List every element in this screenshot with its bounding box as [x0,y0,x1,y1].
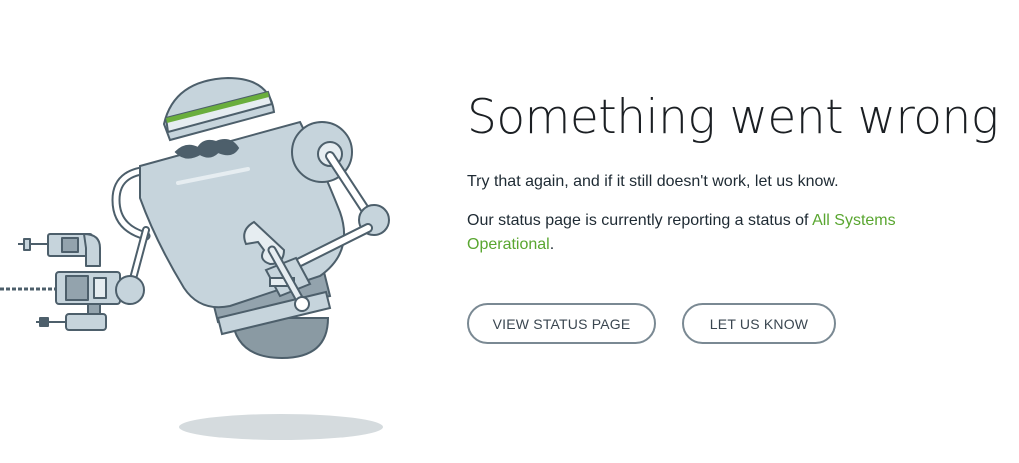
error-page: Something went wrong Try that again, and… [0,0,1019,463]
drill-tools [0,233,121,331]
let-us-know-button[interactable]: LET US KNOW [682,303,836,344]
view-status-page-button[interactable]: VIEW STATUS PAGE [467,303,656,344]
error-message-panel: Something went wrong Try that again, and… [467,88,1007,344]
mustache-icon [174,139,240,159]
action-buttons: VIEW STATUS PAGE LET US KNOW [467,303,1007,344]
retry-message: Try that again, and if it still doesn't … [467,173,839,190]
page-title: Something went wrong [467,90,999,145]
status-prefix: Our status page is currently reporting a… [467,212,813,229]
status-message: Our status page is currently reporting a… [467,209,947,257]
status-suffix: . [549,236,555,253]
floor-shadow [179,414,383,440]
robot-with-wrench-illustration [0,76,390,440]
